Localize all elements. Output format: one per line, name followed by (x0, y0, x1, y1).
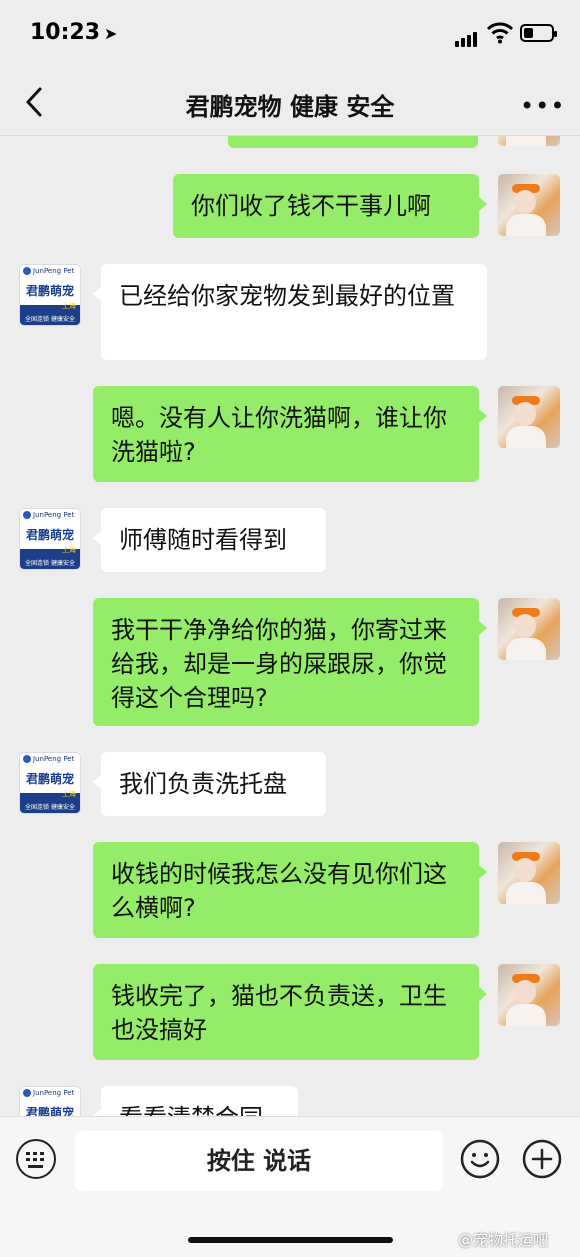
message-bubble-theirs[interactable]: 师傅随时看得到 (93, 508, 326, 572)
avatar-shop[interactable]: JunPeng Pet 君鹏萌宠 全国连锁 健康安全 上海 (19, 508, 81, 570)
status-bar: 10:23 ➤ (0, 0, 580, 70)
wifi-icon (487, 22, 513, 44)
avatar-me[interactable] (498, 842, 560, 904)
battery-icon (520, 24, 557, 42)
message-bubble-mine[interactable] (228, 136, 478, 148)
keyboard-icon[interactable] (16, 1139, 56, 1179)
message-bubble-mine[interactable]: 你们收了钱不干事儿啊 (173, 174, 487, 238)
home-indicator (188, 1237, 393, 1243)
avatar-me[interactable] (498, 136, 560, 146)
location-arrow-icon: ➤ (104, 24, 118, 43)
chat-title: 君鹏宠物 健康 安全 (185, 93, 395, 121)
message-bubble-theirs[interactable]: 我们负责洗托盘 (93, 752, 326, 816)
message-bubble-mine[interactable]: 我干干净净给你的猫，你寄过来给我，却是一身的屎跟尿，你觉得这个合理吗? (93, 598, 487, 726)
input-bar: 按住 说话 @宠物托运吧 (0, 1116, 580, 1257)
status-time: 10:23 ➤ (30, 20, 118, 45)
cellular-signal-icon (455, 28, 479, 47)
avatar-shop[interactable]: JunPeng Pet 君鹏萌宠 全国连锁 健康安全 上海 (19, 264, 81, 326)
hold-to-talk-button[interactable]: 按住 说话 (75, 1131, 443, 1191)
avatar-me[interactable] (498, 386, 560, 448)
plus-icon[interactable] (522, 1139, 562, 1179)
message-bubble-mine[interactable]: 嗯。没有人让你洗猫啊，谁让你洗猫啦? (93, 386, 487, 482)
message-list[interactable]: 你们收了钱不干事儿啊 JunPeng Pet 君鹏萌宠 全国连锁 健康安全 上海… (0, 136, 580, 1116)
avatar-shop[interactable]: JunPeng Pet 君鹏萌宠 全国连锁 健康安全 上海 (19, 1086, 81, 1116)
watermark: @宠物托运吧 (458, 1231, 549, 1249)
message-bubble-mine[interactable]: 收钱的时候我怎么没有见你们这么横啊? (93, 842, 487, 938)
message-bubble-mine[interactable]: 钱收完了，猫也不负责送，卫生也没搞好 (93, 964, 487, 1060)
avatar-shop[interactable]: JunPeng Pet 君鹏萌宠 全国连锁 健康安全 上海 (19, 752, 81, 814)
avatar-me[interactable] (498, 174, 560, 236)
message-bubble-theirs[interactable]: 已经给你家宠物发到最好的位置 (93, 264, 487, 360)
more-icon[interactable]: ••• (520, 92, 565, 120)
chat-header: 君鹏宠物 健康 安全 ••• (0, 70, 580, 136)
avatar-me[interactable] (498, 598, 560, 660)
emoji-icon[interactable] (460, 1139, 500, 1179)
message-bubble-theirs[interactable]: 看看清楚合同 (93, 1086, 298, 1116)
avatar-me[interactable] (498, 964, 560, 1026)
